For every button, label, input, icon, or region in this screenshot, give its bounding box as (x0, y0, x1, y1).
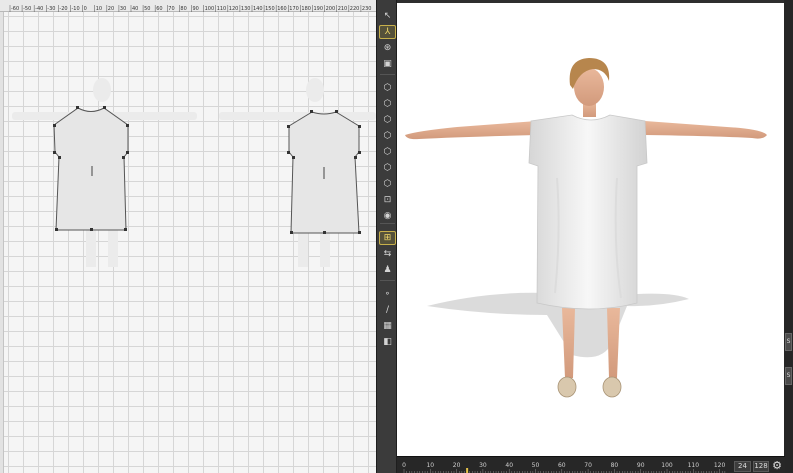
toolbar-separator (380, 280, 395, 281)
side-panel-strip: SS (784, 0, 793, 473)
app-window: -60 -50 -40 -30 -20 -10 0 10 20 30 40 50 60 70 80 90 100… (0, 0, 793, 473)
timeline-label: 20 (453, 462, 461, 469)
timeline-ticks: 0 10 20 30 40 50 60 70 80 90 100 110 120 (402, 462, 726, 473)
view-cube-7-button[interactable]: ⬡ (379, 177, 396, 191)
view-fit-button[interactable]: ⊡ (379, 193, 396, 207)
timeline-label: 40 (505, 462, 513, 469)
viewport-toolbar: ↖ ⅄ ⊛ ▣ ⬡ ⬡ ⬡ ⬡ ⬡ ⬡ ⬡ ⊡ ◉ ⊞ ⇆ ♟ ∘ ∕ ▦ ◧ (376, 0, 397, 473)
toolbar-separator (380, 74, 395, 75)
timeline-label: 0 (402, 462, 406, 469)
arrange-tool-button[interactable]: ⇆ (379, 247, 396, 261)
layer-tool-button[interactable]: ▣ (379, 57, 396, 71)
timeline-label: 30 (479, 462, 487, 469)
avatar-head (569, 58, 610, 117)
end-frame-field[interactable]: 128 (753, 461, 769, 472)
view-camera-button[interactable]: ◉ (379, 209, 396, 223)
timeline-label: 110 (688, 462, 700, 469)
toolbar-separator (380, 223, 395, 224)
pattern-grid[interactable] (4, 12, 376, 473)
viewport-canvas[interactable] (397, 3, 785, 456)
measure-tool-button[interactable]: ∕ (379, 303, 396, 317)
pattern-piece-back[interactable] (287, 110, 361, 234)
select-tool-button[interactable]: ↖ (379, 9, 396, 23)
pattern-piece-front[interactable] (53, 106, 129, 231)
side-tab[interactable]: S (785, 333, 792, 351)
current-frame-field[interactable]: 24 (734, 461, 751, 472)
view-cube-4-button[interactable]: ⬡ (379, 129, 396, 143)
pin-tool-button[interactable]: ∘ (379, 287, 396, 301)
avatar-scene[interactable] (397, 3, 785, 456)
view-cube-6-button[interactable]: ⬡ (379, 161, 396, 175)
material-tool-button[interactable]: ◧ (379, 335, 396, 349)
view-cube-2-button[interactable]: ⬡ (379, 97, 396, 111)
pattern-canvas[interactable] (4, 12, 376, 473)
view-cube-5-button[interactable]: ⬡ (379, 145, 396, 159)
gear-icon[interactable]: ⚙ (771, 460, 783, 472)
timeline-label: 80 (611, 462, 619, 469)
gizmo-tool-button[interactable]: ⅄ (379, 25, 396, 39)
timeline-label: 50 (532, 462, 540, 469)
timeline-label: 70 (584, 462, 592, 469)
garment-dress (528, 114, 648, 310)
simulate-tool-button[interactable]: ⊞ (379, 231, 396, 245)
texture-tool-button[interactable]: ▦ (379, 319, 396, 333)
pattern-2d-window[interactable]: -60 -50 -40 -30 -20 -10 0 10 20 30 40 50 60 70 80 90 100… (0, 0, 376, 473)
viewport-3d-window[interactable]: SS 0 10 20 30 40 50 60 70 80 90 100 110 120 24 128 ⚙ (397, 0, 793, 473)
side-tab[interactable]: S (785, 367, 792, 385)
timeline-playhead[interactable] (466, 468, 469, 473)
timeline-label: 10 (426, 462, 434, 469)
timeline-label: 120 (714, 462, 726, 469)
rotate-tool-button[interactable]: ⊛ (379, 41, 396, 55)
timeline-label: 90 (637, 462, 645, 469)
top-ruler: -60 -50 -40 -30 -20 -10 0 10 20 30 40 50 60 70 80 90 100… (0, 0, 376, 15)
timeline-label: 100 (661, 462, 673, 469)
view-cube-3-button[interactable]: ⬡ (379, 113, 396, 127)
timeline-label: 60 (558, 462, 566, 469)
animation-timeline[interactable]: 0 10 20 30 40 50 60 70 80 90 100 110 120 24 128 ⚙ (397, 456, 785, 473)
avatar-tool-button[interactable]: ♟ (379, 263, 396, 277)
view-cube-1-button[interactable]: ⬡ (379, 81, 396, 95)
